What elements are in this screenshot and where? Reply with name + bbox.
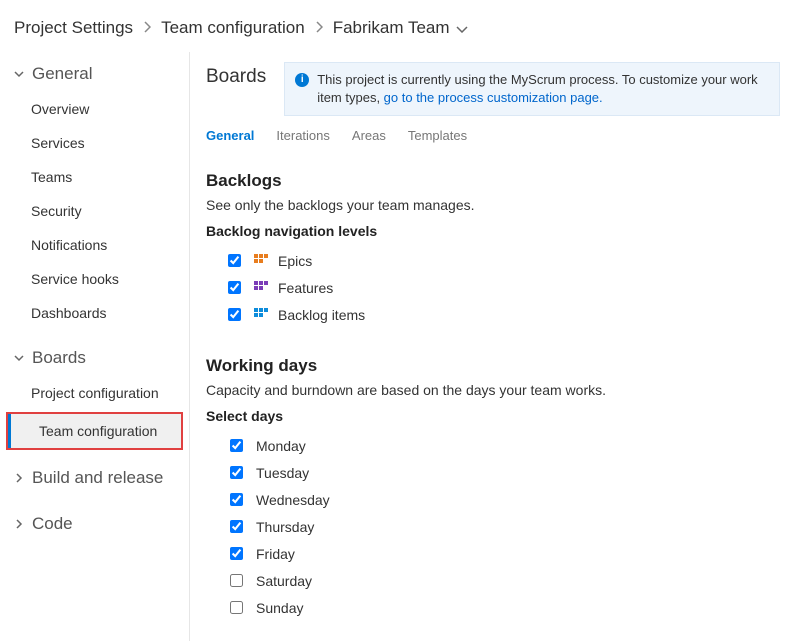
chevron-right-icon (14, 468, 24, 488)
working-days-desc: Capacity and burndown are based on the d… (206, 382, 780, 398)
chevron-down-icon (456, 18, 468, 38)
day-wednesday: Wednesday (206, 486, 780, 513)
sidebar-section-general[interactable]: General (0, 54, 189, 92)
tab-areas[interactable]: Areas (352, 128, 386, 143)
epics-icon (254, 254, 268, 268)
breadcrumb-current-label: Fabrikam Team (333, 18, 450, 38)
day-label: Tuesday (256, 465, 309, 481)
sidebar-item-teams[interactable]: Teams (0, 160, 189, 194)
backlogs-desc: See only the backlogs your team manages. (206, 197, 780, 213)
sidebar-section-label: Code (32, 514, 73, 534)
breadcrumb: Project Settings Team configuration Fabr… (0, 0, 796, 52)
sidebar-item-dashboards[interactable]: Dashboards (0, 296, 189, 330)
day-monday: Monday (206, 432, 780, 459)
sidebar-section-build-release[interactable]: Build and release (0, 458, 189, 496)
tab-templates[interactable]: Templates (408, 128, 467, 143)
process-customization-link[interactable]: go to the process customization page. (384, 90, 603, 105)
backlog-level-backlog-items: Backlog items (206, 301, 780, 328)
sidebar-item-security[interactable]: Security (0, 194, 189, 228)
day-label: Friday (256, 546, 295, 562)
sidebar: General Overview Services Teams Security… (0, 52, 190, 641)
backlog-nav-levels-label: Backlog navigation levels (206, 223, 780, 239)
chevron-right-icon (143, 18, 151, 38)
features-icon (254, 281, 268, 295)
sidebar-item-services[interactable]: Services (0, 126, 189, 160)
working-days-heading: Working days (206, 356, 780, 376)
day-tuesday: Tuesday (206, 459, 780, 486)
day-sunday: Sunday (206, 594, 780, 621)
sidebar-item-notifications[interactable]: Notifications (0, 228, 189, 262)
sidebar-item-overview[interactable]: Overview (0, 92, 189, 126)
chevron-down-icon (14, 64, 24, 84)
tuesday-checkbox[interactable] (230, 466, 243, 479)
tab-general[interactable]: General (206, 128, 254, 143)
backlog-level-epics: Epics (206, 247, 780, 274)
backlog-items-icon (254, 308, 268, 322)
sidebar-section-label: Build and release (32, 468, 163, 488)
day-thursday: Thursday (206, 513, 780, 540)
sidebar-item-team-configuration[interactable]: Team configuration (8, 414, 181, 448)
breadcrumb-root[interactable]: Project Settings (14, 18, 133, 38)
sidebar-section-boards[interactable]: Boards (0, 338, 189, 376)
features-label: Features (278, 280, 333, 296)
chevron-right-icon (14, 514, 24, 534)
epics-checkbox[interactable] (228, 254, 241, 267)
info-banner: i This project is currently using the My… (284, 62, 780, 116)
sidebar-item-service-hooks[interactable]: Service hooks (0, 262, 189, 296)
sidebar-section-label: General (32, 64, 92, 84)
monday-checkbox[interactable] (230, 439, 243, 452)
tab-iterations[interactable]: Iterations (276, 128, 329, 143)
highlight-annotation: Team configuration (6, 412, 183, 450)
day-label: Saturday (256, 573, 312, 589)
epics-label: Epics (278, 253, 312, 269)
saturday-checkbox[interactable] (230, 574, 243, 587)
backlog-level-features: Features (206, 274, 780, 301)
friday-checkbox[interactable] (230, 547, 243, 560)
breadcrumb-team-config[interactable]: Team configuration (161, 18, 305, 38)
backlog-items-label: Backlog items (278, 307, 365, 323)
thursday-checkbox[interactable] (230, 520, 243, 533)
day-label: Wednesday (256, 492, 330, 508)
breadcrumb-current-team[interactable]: Fabrikam Team (333, 18, 468, 38)
day-saturday: Saturday (206, 567, 780, 594)
backlog-items-checkbox[interactable] (228, 308, 241, 321)
sidebar-item-project-configuration[interactable]: Project configuration (0, 376, 189, 410)
day-label: Monday (256, 438, 306, 454)
sunday-checkbox[interactable] (230, 601, 243, 614)
day-friday: Friday (206, 540, 780, 567)
page-title: Boards (206, 62, 266, 88)
sidebar-section-label: Boards (32, 348, 86, 368)
info-banner-text: This project is currently using the MySc… (317, 71, 769, 107)
chevron-right-icon (315, 18, 323, 38)
sidebar-section-code[interactable]: Code (0, 504, 189, 542)
main-content: Boards i This project is currently using… (190, 52, 796, 641)
features-checkbox[interactable] (228, 281, 241, 294)
wednesday-checkbox[interactable] (230, 493, 243, 506)
info-icon: i (295, 73, 309, 87)
day-label: Thursday (256, 519, 314, 535)
backlogs-heading: Backlogs (206, 171, 780, 191)
chevron-down-icon (14, 348, 24, 368)
select-days-label: Select days (206, 408, 780, 424)
tabs: General Iterations Areas Templates (206, 128, 780, 143)
day-label: Sunday (256, 600, 303, 616)
